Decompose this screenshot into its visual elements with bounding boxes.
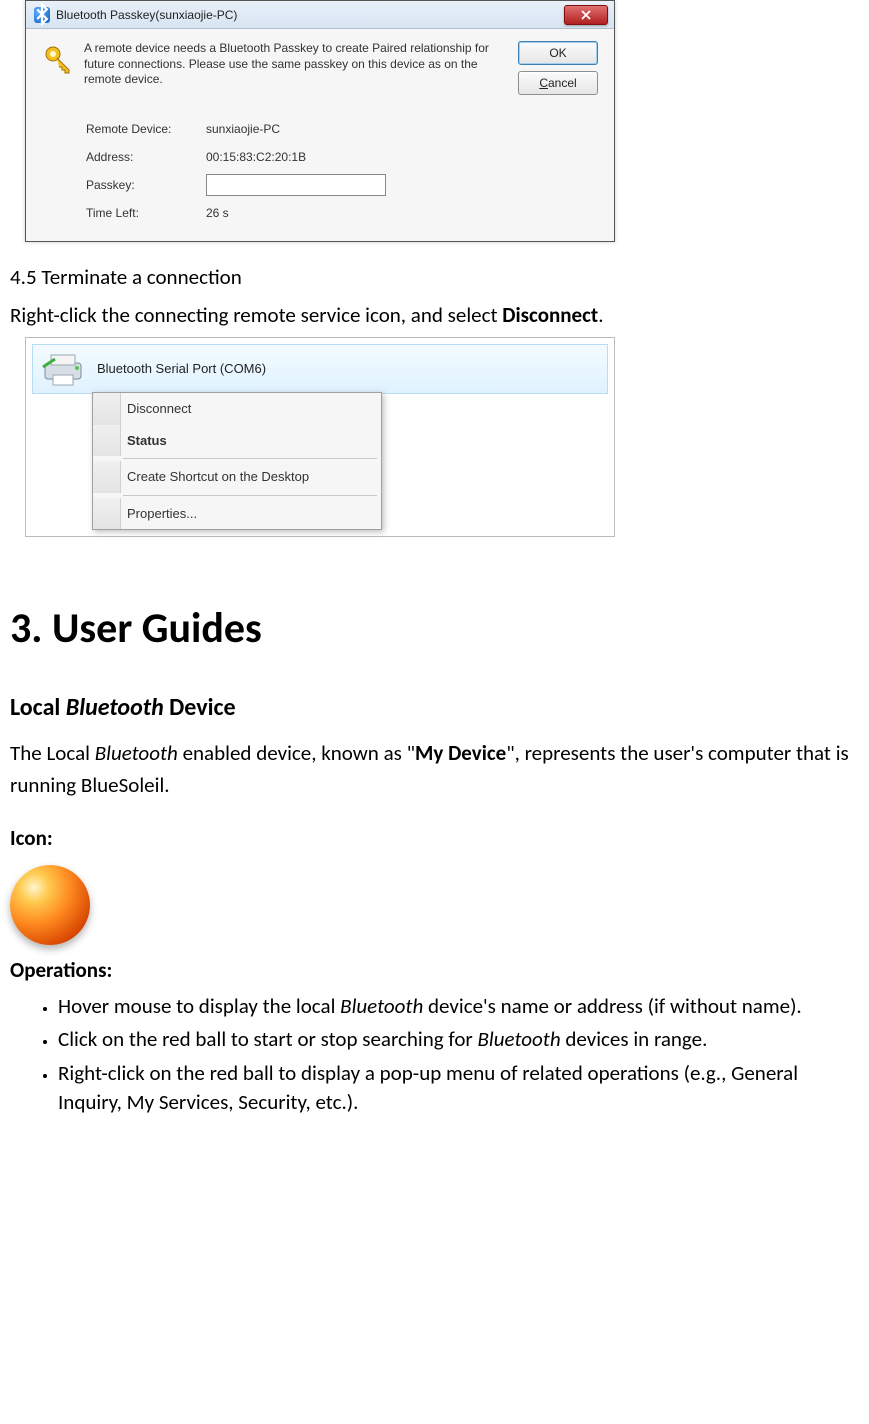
local-bluetooth-paragraph: The Local Bluetooth enabled device, know… xyxy=(10,738,859,801)
passkey-input[interactable] xyxy=(206,174,386,196)
printer-icon xyxy=(39,349,87,389)
section-4-5-heading: 4.5 Terminate a connection xyxy=(10,262,859,294)
menu-disconnect[interactable]: Disconnect xyxy=(93,393,381,425)
context-menu: Disconnect Status Create Shortcut on the… xyxy=(92,392,382,530)
section-4-5-body: Right-click the connecting remote servic… xyxy=(10,300,859,332)
bluetooth-icon xyxy=(34,7,50,23)
menu-status[interactable]: Status xyxy=(93,425,381,457)
time-left-value: 26 s xyxy=(206,204,229,222)
address-value: 00:15:83:C2:20:1B xyxy=(206,148,306,166)
passkey-label: Passkey: xyxy=(86,176,206,194)
context-menu-figure: Bluetooth Serial Port (COM6) Disconnect … xyxy=(25,337,615,537)
passkey-dialog: Bluetooth Passkey(sunxiaojie-PC) A remot… xyxy=(25,0,615,242)
list-item: Click on the red ball to start or stop s… xyxy=(58,1025,839,1054)
dialog-title: Bluetooth Passkey(sunxiaojie-PC) xyxy=(56,6,237,24)
my-device-orb-icon xyxy=(10,865,90,945)
list-item: Right-click on the red ball to display a… xyxy=(58,1059,839,1118)
list-item: Hover mouse to display the local Bluetoo… xyxy=(58,992,839,1021)
service-row-label: Bluetooth Serial Port (COM6) xyxy=(97,359,266,379)
ok-button[interactable]: OK xyxy=(518,41,598,65)
key-icon xyxy=(42,43,74,75)
icon-label: Icon: xyxy=(10,823,859,855)
operations-list: Hover mouse to display the local Bluetoo… xyxy=(28,992,859,1118)
menu-separator xyxy=(123,458,377,459)
service-row[interactable]: Bluetooth Serial Port (COM6) xyxy=(32,344,608,394)
remote-device-label: Remote Device: xyxy=(86,120,206,138)
dialog-titlebar[interactable]: Bluetooth Passkey(sunxiaojie-PC) xyxy=(26,1,614,29)
operations-label: Operations: xyxy=(10,955,859,987)
address-label: Address: xyxy=(86,148,206,166)
section-3-heading: 3. User Guides xyxy=(10,597,859,660)
dialog-message: A remote device needs a Bluetooth Passke… xyxy=(84,41,508,95)
local-bluetooth-heading: Local Bluetooth Device xyxy=(10,690,859,726)
dialog-body: A remote device needs a Bluetooth Passke… xyxy=(26,29,614,241)
menu-separator xyxy=(123,495,377,496)
menu-properties[interactable]: Properties... xyxy=(93,498,381,530)
close-button[interactable] xyxy=(564,5,608,25)
remote-device-value: sunxiaojie-PC xyxy=(206,120,280,138)
menu-create-shortcut[interactable]: Create Shortcut on the Desktop xyxy=(93,461,381,493)
cancel-button[interactable]: Cancel xyxy=(518,71,598,95)
time-left-label: Time Left: xyxy=(86,204,206,222)
